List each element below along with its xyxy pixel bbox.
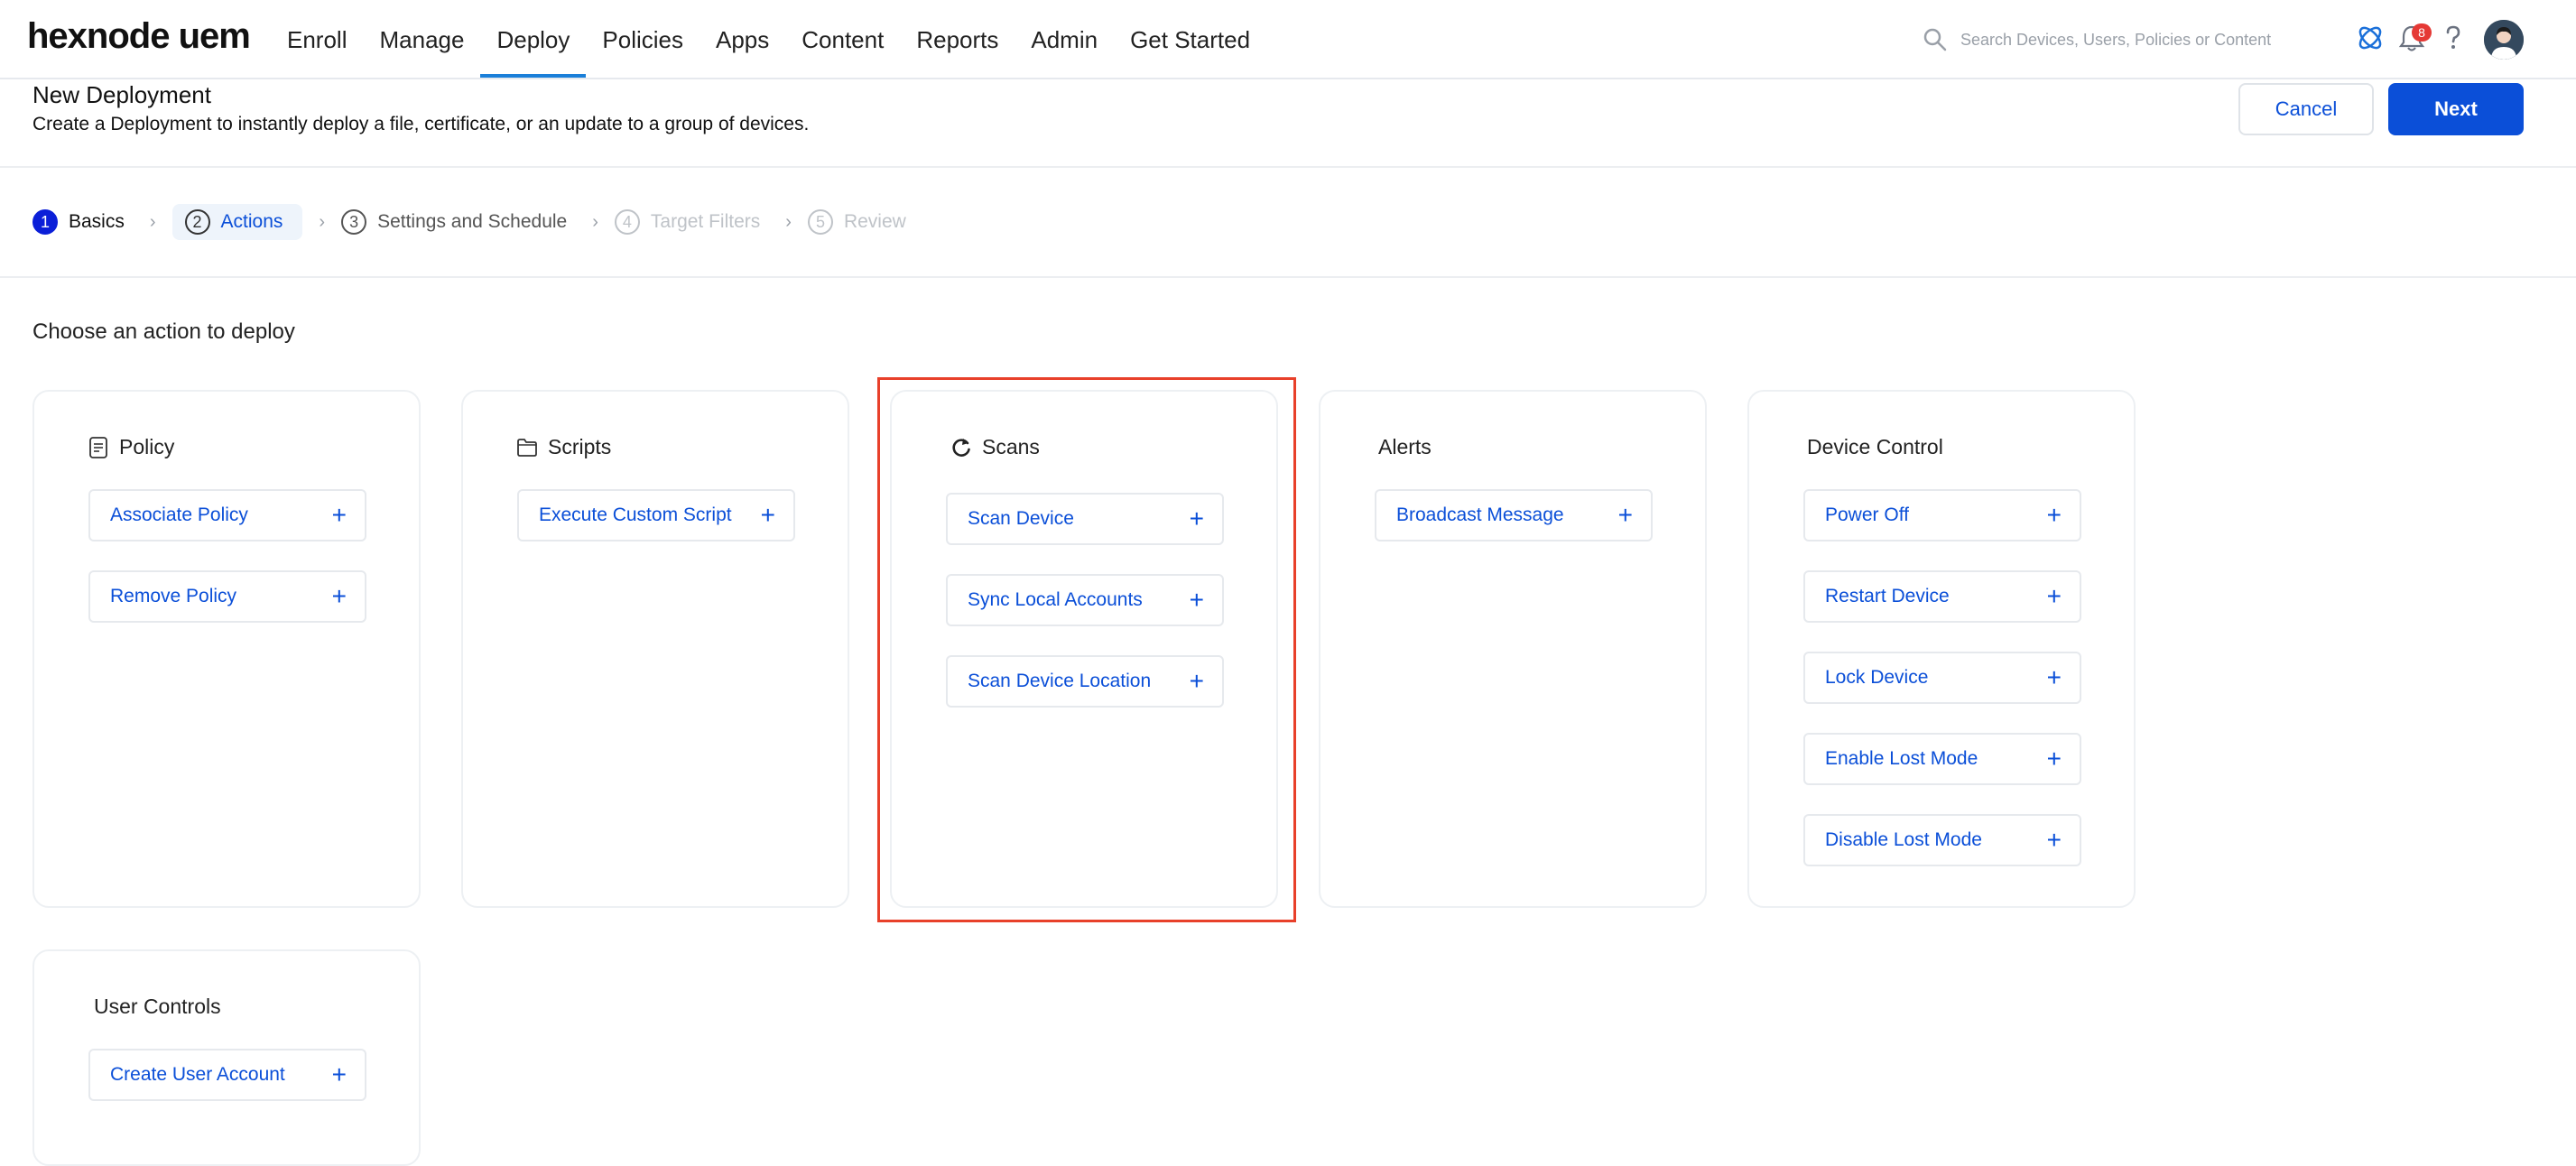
nav-apps[interactable]: Apps: [700, 0, 785, 78]
plus-icon: +: [2046, 582, 2062, 610]
integrations-icon[interactable]: [2352, 20, 2388, 56]
card-title: Alerts: [1378, 435, 1432, 458]
step-basics[interactable]: 1 Basics: [32, 204, 134, 240]
chevron-right-icon: ›: [785, 211, 792, 232]
nav-policies[interactable]: Policies: [586, 0, 700, 78]
nav-deploy[interactable]: Deploy: [480, 0, 587, 78]
plus-icon: +: [331, 582, 347, 610]
folder-icon: [517, 438, 537, 457]
step-review: 5 Review: [807, 204, 915, 240]
action-label: Enable Lost Mode: [1825, 748, 1978, 769]
notification-badge: 8: [2412, 23, 2432, 42]
plus-icon: +: [760, 501, 775, 529]
plus-icon: +: [2046, 745, 2062, 773]
step-settings-and-schedule[interactable]: 3 Settings and Schedule: [341, 204, 576, 240]
card-title: Policy: [119, 435, 175, 458]
chevron-right-icon: ›: [149, 211, 156, 232]
action-label: Broadcast Message: [1396, 504, 1564, 525]
action-label: Associate Policy: [110, 504, 248, 525]
top-navigation-bar: hexnode uem Enroll Manage Deploy Policie…: [0, 0, 2576, 79]
step-number: 4: [614, 209, 640, 235]
step-actions[interactable]: 2 Actions: [171, 204, 303, 240]
plus-icon: +: [2046, 501, 2062, 529]
plus-icon: +: [2046, 826, 2062, 854]
step-target-filters: 4 Target Filters: [614, 204, 769, 240]
policy-card: Policy Associate Policy + Remove Policy …: [32, 390, 421, 908]
chevron-right-icon: ›: [319, 211, 326, 232]
card-header: Alerts: [1378, 435, 1432, 459]
plus-icon: +: [2046, 663, 2062, 691]
remove-policy-button[interactable]: Remove Policy +: [88, 570, 366, 623]
device-control-card: Device Control Power Off + Restart Devic…: [1747, 390, 2136, 908]
step-number: 5: [807, 209, 833, 235]
nav-manage[interactable]: Manage: [363, 0, 480, 78]
divider: [0, 166, 2576, 168]
plus-icon: +: [331, 501, 347, 529]
page-subtitle: Create a Deployment to instantly deploy …: [32, 114, 810, 134]
highlight-box: [877, 377, 1296, 922]
nav-reports[interactable]: Reports: [900, 0, 1015, 78]
action-label: Remove Policy: [110, 586, 237, 606]
step-label: Review: [843, 211, 906, 232]
card-title: User Controls: [94, 995, 221, 1018]
card-title: Scripts: [548, 435, 612, 458]
nav-content[interactable]: Content: [785, 0, 900, 78]
action-label: Power Off: [1825, 504, 1909, 525]
associate-policy-button[interactable]: Associate Policy +: [88, 489, 366, 541]
section-title: Choose an action to deploy: [32, 319, 295, 344]
hexnode-logo[interactable]: hexnode uem: [27, 16, 251, 57]
action-label: Disable Lost Mode: [1825, 829, 1982, 850]
document-icon: [89, 436, 107, 458]
restart-device-button[interactable]: Restart Device +: [1803, 570, 2081, 623]
plus-icon: +: [331, 1060, 347, 1088]
search-input[interactable]: Search Devices, Users, Policies or Conte…: [1960, 31, 2271, 50]
broadcast-message-button[interactable]: Broadcast Message +: [1375, 489, 1653, 541]
step-label: Target Filters: [650, 211, 761, 232]
chevron-right-icon: ›: [592, 211, 598, 232]
main-nav: Enroll Manage Deploy Policies Apps Conte…: [271, 0, 1266, 78]
create-user-account-button[interactable]: Create User Account +: [88, 1049, 366, 1101]
cancel-button[interactable]: Cancel: [2238, 83, 2374, 135]
step-label: Settings and Schedule: [377, 211, 568, 232]
plus-icon: +: [1617, 501, 1633, 529]
deployment-stepper: 1 Basics › 2 Actions › 3 Settings and Sc…: [32, 204, 915, 240]
action-label: Restart Device: [1825, 586, 1950, 606]
nav-enroll[interactable]: Enroll: [271, 0, 363, 78]
card-header: User Controls: [94, 995, 221, 1019]
step-number: 2: [184, 209, 210, 235]
search-icon: [1923, 28, 1947, 51]
card-header: Policy: [87, 435, 174, 459]
help-icon[interactable]: [2435, 20, 2471, 56]
divider: [0, 276, 2576, 278]
card-header: Device Control: [1807, 435, 1943, 459]
card-header: Scripts: [515, 435, 611, 459]
next-button[interactable]: Next: [2388, 83, 2524, 135]
nav-get-started[interactable]: Get Started: [1114, 0, 1266, 78]
page-title: New Deployment: [32, 81, 211, 108]
global-search[interactable]: Search Devices, Users, Policies or Conte…: [1921, 23, 2300, 56]
alerts-card: Alerts Broadcast Message +: [1319, 390, 1707, 908]
step-label: Basics: [69, 211, 125, 232]
action-label: Execute Custom Script: [539, 504, 732, 525]
scripts-card: Scripts Execute Custom Script +: [461, 390, 849, 908]
action-label: Lock Device: [1825, 667, 1929, 688]
enable-lost-mode-button[interactable]: Enable Lost Mode +: [1803, 733, 2081, 785]
execute-custom-script-button[interactable]: Execute Custom Script +: [517, 489, 795, 541]
step-label: Actions: [220, 211, 283, 232]
step-number: 1: [32, 209, 58, 235]
card-title: Device Control: [1807, 435, 1943, 458]
power-off-button[interactable]: Power Off +: [1803, 489, 2081, 541]
step-number: 3: [341, 209, 367, 235]
lock-device-button[interactable]: Lock Device +: [1803, 652, 2081, 704]
user-controls-card: User Controls Create User Account +: [32, 949, 421, 1166]
user-avatar[interactable]: [2484, 20, 2524, 60]
disable-lost-mode-button[interactable]: Disable Lost Mode +: [1803, 814, 2081, 866]
nav-admin[interactable]: Admin: [1015, 0, 1114, 78]
action-label: Create User Account: [110, 1064, 285, 1085]
